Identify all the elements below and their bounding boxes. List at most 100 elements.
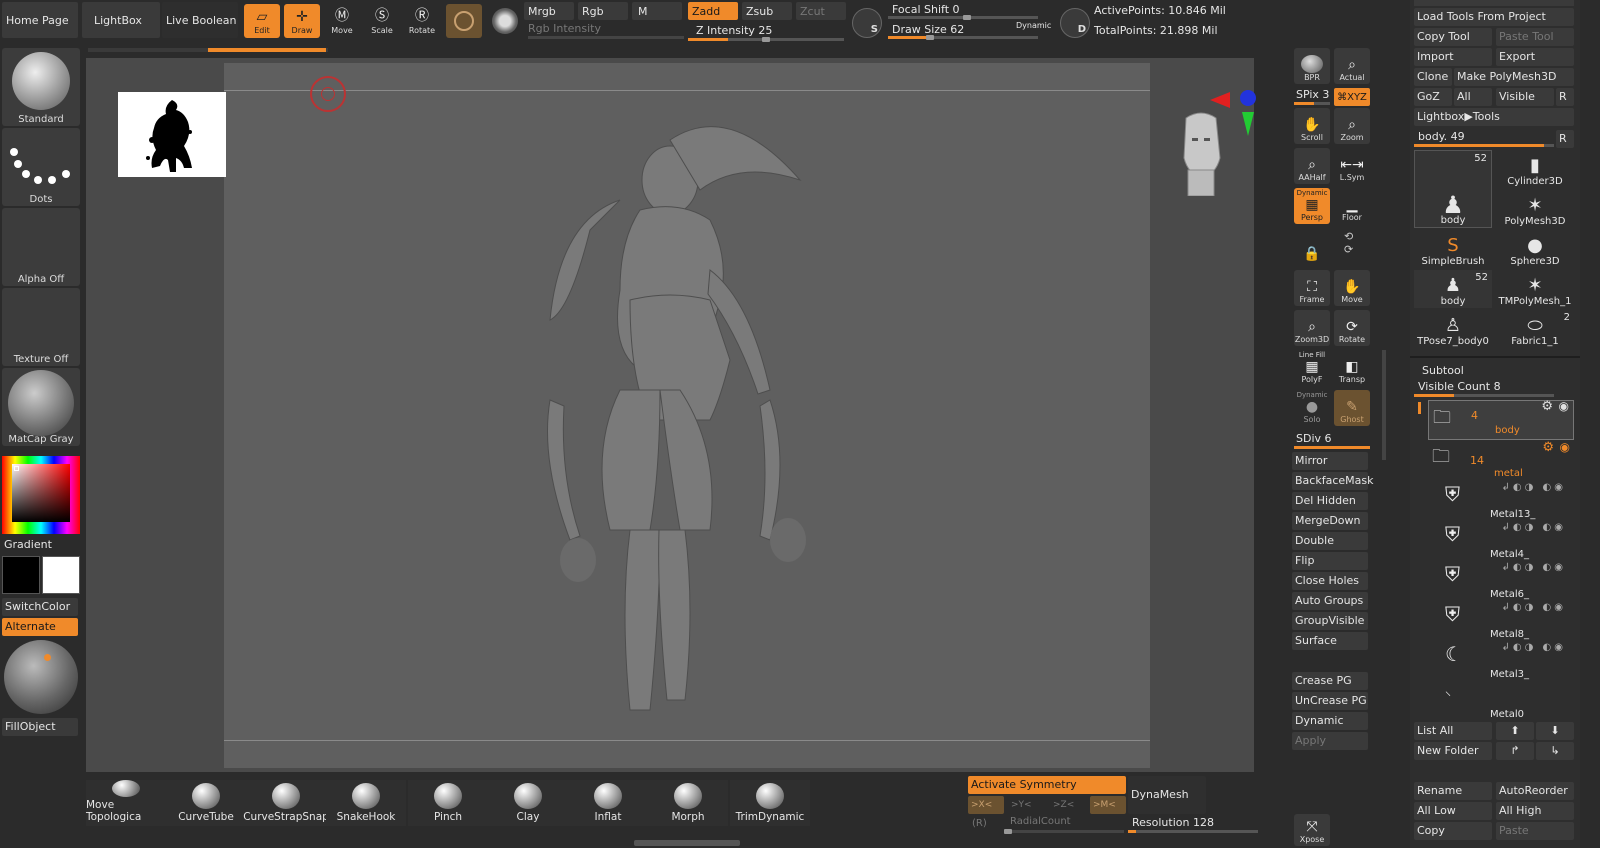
subtool-item[interactable]: ⛨ ↲◐◑ ◐◉ Metal6_ — [1440, 560, 1570, 600]
brush-curvetube[interactable]: CurveTube — [166, 780, 246, 826]
subtool-item[interactable]: ⛨ ↲◐◑ ◐◉ Metal13_ — [1440, 480, 1570, 520]
radial-count-label[interactable]: RadialCount — [1010, 816, 1071, 827]
tool-body-2[interactable]: 52 ♟ body — [1414, 270, 1492, 308]
del-hidden-button[interactable]: Del Hidden — [1292, 492, 1368, 510]
color-picker[interactable] — [2, 456, 80, 534]
eye-icon[interactable]: ◉ — [1559, 399, 1569, 413]
move-button[interactable]: Ⓜ Move — [324, 4, 360, 38]
goz-visible-button[interactable]: Visible — [1496, 88, 1554, 106]
gear-icon[interactable]: ⚙ — [1542, 440, 1554, 455]
sym-z-button[interactable]: >Z< — [1050, 796, 1086, 814]
switch-color-button[interactable]: SwitchColor — [2, 598, 78, 616]
goz-r-button[interactable]: R — [1556, 88, 1574, 106]
subtool-scroll-indicator[interactable] — [1418, 402, 1421, 414]
lightbox-button[interactable]: LightBox — [82, 2, 160, 38]
lightbox-tools-button[interactable]: Lightbox▶Tools — [1414, 108, 1574, 126]
rgb-button[interactable]: Rgb — [578, 2, 628, 20]
floor-button[interactable]: ▁ Floor — [1334, 188, 1370, 224]
m-button[interactable]: M — [632, 2, 682, 20]
secondary-color-swatch[interactable] — [42, 556, 80, 594]
subtool-toggles-icon[interactable]: ↲◐◑ ◐◉ — [1502, 642, 1566, 653]
copy-button[interactable]: Copy — [1414, 822, 1492, 840]
crease-pg-button[interactable]: Crease PG — [1292, 672, 1368, 690]
brush-snakehook[interactable]: SnakeHook — [326, 780, 406, 826]
move-out-button[interactable]: ↳ — [1536, 742, 1574, 760]
alpha-button[interactable]: Alpha Off — [2, 208, 80, 286]
auto-groups-button[interactable]: Auto Groups — [1292, 592, 1368, 610]
main-color-swatch[interactable] — [2, 556, 40, 594]
subtool-item[interactable]: ⛨ ↲◐◑ ◐◉ Metal8_ — [1440, 600, 1570, 640]
stroke-s-icon[interactable]: S — [852, 8, 882, 38]
lsym-button[interactable]: ⇤⇥ L.Sym — [1334, 148, 1370, 184]
brush-move-topological[interactable]: Move Topologica — [86, 780, 166, 826]
spix-label[interactable]: SPix 3 — [1296, 88, 1329, 101]
subtool-toggles-icon[interactable]: ↲◐◑ ◐◉ — [1502, 482, 1566, 493]
subtool-item[interactable]: ⸜ Metal0 — [1440, 680, 1570, 720]
xpose-button[interactable]: ⤧ Xpose — [1294, 814, 1330, 846]
rename-button[interactable]: Rename — [1414, 782, 1492, 800]
solo-button[interactable]: Dynamic ● Solo — [1294, 390, 1330, 426]
subtool-title[interactable]: Subtool — [1422, 364, 1464, 377]
home-page-button[interactable]: Home Page — [2, 2, 78, 38]
paste-tool-button[interactable]: Paste Tool — [1496, 28, 1574, 46]
sdiv-slider[interactable] — [1294, 446, 1370, 449]
radial-count-slider[interactable] — [1004, 829, 1124, 834]
brush-inflat[interactable]: Inflat — [568, 780, 648, 826]
brush-morph[interactable]: Morph — [648, 780, 728, 826]
copy-tool-button[interactable]: Copy Tool — [1414, 28, 1492, 46]
transp-button[interactable]: ◧ Transp — [1334, 350, 1370, 386]
move-down-button[interactable]: ⬇ — [1536, 722, 1574, 740]
body-slider-label[interactable]: body. 49 — [1418, 130, 1465, 143]
subtool-folder-metal[interactable]: 🗀 14 metal ⚙ ◉ — [1428, 440, 1574, 480]
zoom-button[interactable]: ⌕ Zoom — [1334, 108, 1370, 144]
group-visible-button[interactable]: GroupVisible — [1292, 612, 1368, 630]
dynamic-label[interactable]: Dynamic — [1016, 21, 1051, 30]
gradient-label[interactable]: Gradient — [4, 538, 52, 551]
live-boolean-button[interactable]: Live Boolean — [162, 2, 238, 38]
make-polymesh-button[interactable]: Make PolyMesh3D — [1454, 68, 1574, 86]
visible-count-label[interactable]: Visible Count 8 — [1418, 380, 1501, 393]
radial-r-label[interactable]: (R) — [972, 818, 987, 829]
sym-x-button[interactable]: >X< — [968, 796, 1004, 814]
brush-clay[interactable]: Clay — [488, 780, 568, 826]
subtool-item[interactable]: ☾ ↲◐◑ ◐◉ Metal3_ — [1440, 640, 1570, 680]
double-button[interactable]: Double — [1292, 532, 1368, 550]
move-into-button[interactable]: ↱ — [1496, 742, 1534, 760]
tool-tmpolymesh[interactable]: ✶ TMPolyMesh_1 — [1496, 270, 1574, 308]
frame-button[interactable]: ⛶ Frame — [1294, 270, 1330, 306]
tool-polymesh3d[interactable]: ✶ PolyMesh3D — [1496, 190, 1574, 228]
subtool-toggles-icon[interactable]: ↲◐◑ ◐◉ — [1502, 522, 1566, 533]
edit-button[interactable]: ▱ Edit — [244, 4, 280, 38]
brush-curvestrapsnap[interactable]: CurveStrapSnap — [243, 780, 329, 826]
subtool-item[interactable]: ⛨ ↲◐◑ ◐◉ Metal4_ — [1440, 520, 1570, 560]
brush-standard-button[interactable]: Standard — [2, 48, 80, 126]
shelf-scrollbar[interactable] — [1382, 350, 1386, 460]
move-view-button[interactable]: ✋ Move — [1334, 270, 1370, 306]
focal-shift-slider[interactable] — [888, 15, 1038, 20]
rotate-button[interactable]: Ⓡ Rotate — [404, 4, 440, 38]
xyz-button[interactable]: ⌘XYZ — [1334, 88, 1370, 106]
merge-down-button[interactable]: MergeDown — [1292, 512, 1368, 530]
stroke-d-icon[interactable]: D — [1060, 8, 1090, 38]
subtool-folder-body[interactable]: 🗀 4 body ⚙ ◉ — [1428, 399, 1574, 440]
stroke-dots-button[interactable]: Dots — [2, 128, 80, 206]
scroll-button[interactable]: ✋ Scroll — [1294, 108, 1330, 144]
zoom3d-button[interactable]: ⌕ Zoom3D — [1294, 310, 1330, 346]
all-high-button[interactable]: All High — [1496, 802, 1574, 820]
eye-icon[interactable]: ◉ — [1560, 440, 1570, 454]
dynamesh-button[interactable]: DynaMesh — [1128, 776, 1206, 814]
backface-mask-button[interactable]: BackfaceMask — [1292, 472, 1373, 490]
draw-button[interactable]: ✛ Draw — [284, 4, 320, 38]
rotate-view-button[interactable]: ⟳ Rotate — [1334, 310, 1370, 346]
export-button[interactable]: Export — [1496, 48, 1574, 66]
persp-button[interactable]: Dynamic ▦ Persp — [1294, 188, 1330, 224]
body-slider-r-button[interactable]: R — [1556, 130, 1574, 148]
resolution-label[interactable]: Resolution 128 — [1132, 816, 1214, 829]
goz-button[interactable]: GoZ — [1414, 88, 1452, 106]
load-tools-button[interactable]: Load Tools From Project — [1414, 8, 1574, 26]
activate-symmetry-button[interactable]: Activate Symmetry — [968, 776, 1126, 794]
tool-cylinder3d[interactable]: ▮ Cylinder3D — [1496, 150, 1574, 188]
draw-size-slider[interactable] — [888, 35, 1038, 40]
rgb-intensity-slider[interactable] — [528, 36, 684, 39]
new-folder-button[interactable]: New Folder — [1414, 742, 1492, 760]
